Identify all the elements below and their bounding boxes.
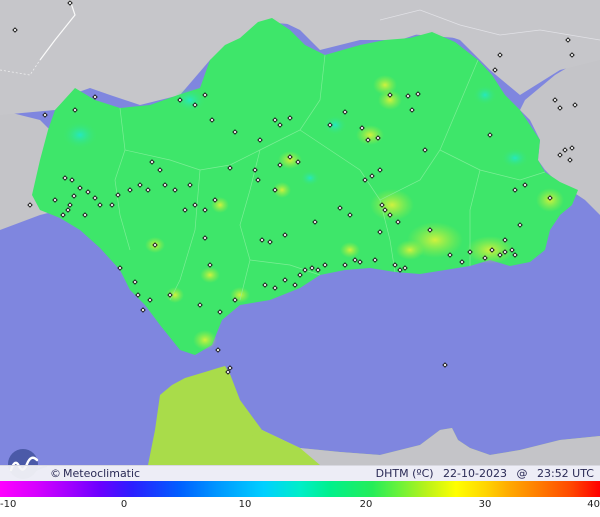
brand-name: Meteoclimatic — [63, 467, 141, 480]
warm-area — [193, 330, 217, 350]
color-scale-bar — [0, 481, 600, 497]
time-label: 23:52 UTC — [536, 467, 594, 480]
tick-label: 10 — [238, 499, 252, 510]
tick-label: 40 — [587, 499, 600, 510]
date-label: 22-10-2023 — [443, 467, 507, 480]
color-scale-ticks: -10 0 10 20 30 40 — [0, 497, 600, 517]
cool-area — [473, 85, 497, 105]
tick-label: 20 — [359, 499, 373, 510]
warm-area — [396, 240, 424, 260]
cool-area — [300, 170, 320, 186]
tick-label: 30 — [478, 499, 492, 510]
brand-label[interactable]: © Meteoclimatic — [50, 467, 140, 480]
copyright-symbol: © — [50, 467, 61, 480]
cool-area — [62, 121, 98, 149]
warm-area — [200, 267, 220, 283]
cool-area — [501, 148, 529, 168]
at-symbol: @ — [516, 467, 528, 480]
variable-label: DHTM (ºC) — [375, 467, 434, 480]
tick-label: 0 — [120, 499, 128, 510]
map-frame: © Meteoclimatic DHTM (ºC) 22-10-2023 @ 23… — [0, 0, 600, 517]
warm-area — [340, 242, 360, 258]
tick-label: -10 — [0, 499, 17, 510]
product-info: DHTM (ºC) 22-10-2023 @ 23:52 UTC — [376, 467, 594, 480]
cool-area — [323, 115, 347, 135]
info-bar: © Meteoclimatic DHTM (ºC) 22-10-2023 @ 23… — [0, 465, 600, 481]
temperature-map — [0, 0, 600, 517]
